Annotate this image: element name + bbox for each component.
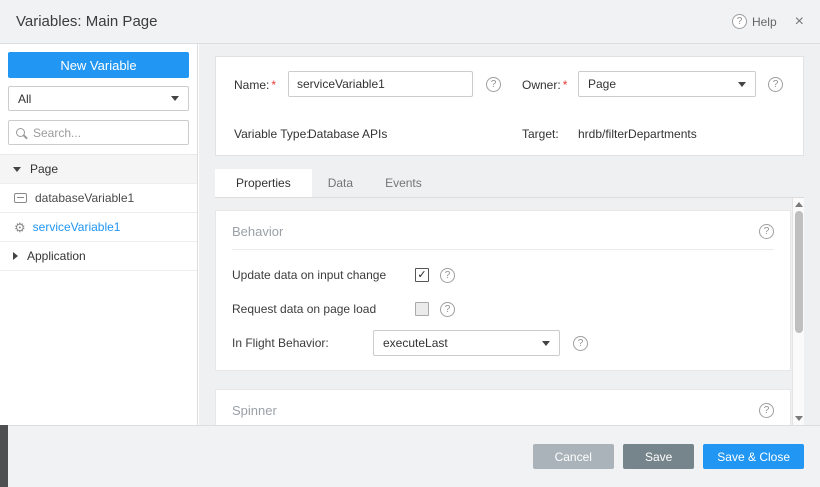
tree-item-label: serviceVariable1 — [33, 220, 121, 234]
target-label: Target: — [522, 127, 559, 141]
database-icon — [14, 193, 27, 203]
save-and-close-button[interactable]: Save & Close — [703, 444, 804, 469]
properties-tab-content: Behavior Update data on input change Req… — [215, 198, 804, 425]
gear-icon — [14, 221, 26, 234]
variable-filter-value: All — [18, 92, 31, 106]
help-icon — [732, 14, 747, 29]
chevron-down-icon — [171, 96, 179, 101]
property-row: In Flight Behavior: executeLast — [216, 326, 790, 360]
chevron-down-icon — [542, 341, 550, 346]
tree-group-application-label: Application — [27, 249, 86, 263]
variable-detail-panel: Name:* Owner:* Page Variable Type: Datab… — [199, 44, 820, 425]
cancel-button[interactable]: Cancel — [533, 444, 614, 469]
request-data-label: Request data on page load — [232, 302, 415, 316]
variables-sidebar: New Variable All Page databaseVariable1 … — [0, 44, 198, 425]
owner-select-value: Page — [588, 77, 616, 91]
tab-events[interactable]: Events — [369, 169, 438, 197]
owner-label: Owner:* — [522, 78, 567, 92]
expand-arrow-icon — [13, 252, 18, 260]
variable-type-label: Variable Type: — [234, 127, 310, 141]
chevron-down-icon — [738, 82, 746, 87]
help-button[interactable]: Help — [732, 14, 777, 29]
collapse-arrow-icon — [13, 167, 21, 172]
update-data-checkbox[interactable] — [415, 268, 429, 282]
tree-group-page[interactable]: Page — [0, 155, 197, 184]
scrollbar-thumb[interactable] — [795, 211, 803, 333]
spinner-heading: Spinner — [232, 403, 277, 418]
scroll-up-icon[interactable] — [795, 202, 803, 207]
tree-group-application[interactable]: Application — [0, 242, 197, 271]
new-variable-button[interactable]: New Variable — [8, 52, 189, 78]
required-marker: * — [563, 78, 568, 92]
help-icon[interactable] — [768, 77, 783, 92]
variable-summary-card: Name:* Owner:* Page Variable Type: Datab… — [215, 56, 804, 156]
help-icon[interactable] — [486, 77, 501, 92]
page-title: Variables: Main Page — [16, 13, 157, 30]
help-icon[interactable] — [759, 403, 774, 418]
target-value: hrdb/filterDepartments — [578, 127, 697, 141]
search-input[interactable] — [33, 126, 181, 140]
help-icon[interactable] — [573, 336, 588, 351]
help-label: Help — [752, 15, 777, 29]
variable-tree: Page databaseVariable1 serviceVariable1 … — [0, 154, 197, 271]
close-icon[interactable]: × — [795, 14, 804, 30]
save-button[interactable]: Save — [623, 444, 694, 469]
search-icon — [16, 127, 28, 139]
request-data-checkbox[interactable] — [415, 302, 429, 316]
variable-filter-select[interactable]: All — [8, 86, 189, 111]
owner-select[interactable]: Page — [578, 71, 756, 97]
update-data-label: Update data on input change — [232, 268, 415, 282]
spinner-section: Spinner — [215, 389, 791, 425]
scroll-down-icon[interactable] — [795, 416, 803, 421]
name-label: Name:* — [234, 78, 276, 92]
help-icon[interactable] — [440, 268, 455, 283]
tree-item-label: databaseVariable1 — [35, 191, 134, 205]
variable-search — [8, 120, 189, 145]
variable-type-value: Database APIs — [308, 127, 387, 141]
tree-item-service-variable[interactable]: serviceVariable1 — [0, 213, 197, 242]
tree-item-database-variable[interactable]: databaseVariable1 — [0, 184, 197, 213]
behavior-heading: Behavior — [232, 224, 283, 239]
bottom-left-dark-strip — [0, 425, 8, 487]
dialog-header: Variables: Main Page Help × — [0, 0, 820, 44]
in-flight-behavior-label: In Flight Behavior: — [232, 336, 373, 350]
property-row: Request data on page load — [216, 292, 790, 326]
in-flight-behavior-select[interactable]: executeLast — [373, 330, 560, 356]
name-input[interactable] — [288, 71, 473, 97]
dialog-footer: Cancel Save Save & Close — [0, 425, 820, 487]
required-marker: * — [271, 78, 276, 92]
tab-data[interactable]: Data — [312, 169, 369, 197]
behavior-section: Behavior Update data on input change Req… — [215, 210, 791, 371]
help-icon[interactable] — [440, 302, 455, 317]
tab-properties[interactable]: Properties — [215, 169, 312, 197]
in-flight-behavior-value: executeLast — [383, 336, 448, 350]
property-row: Update data on input change — [216, 258, 790, 292]
help-icon[interactable] — [759, 224, 774, 239]
tree-group-page-label: Page — [30, 162, 58, 176]
detail-tabs: Properties Data Events — [215, 170, 804, 198]
vertical-scrollbar[interactable] — [792, 198, 804, 425]
